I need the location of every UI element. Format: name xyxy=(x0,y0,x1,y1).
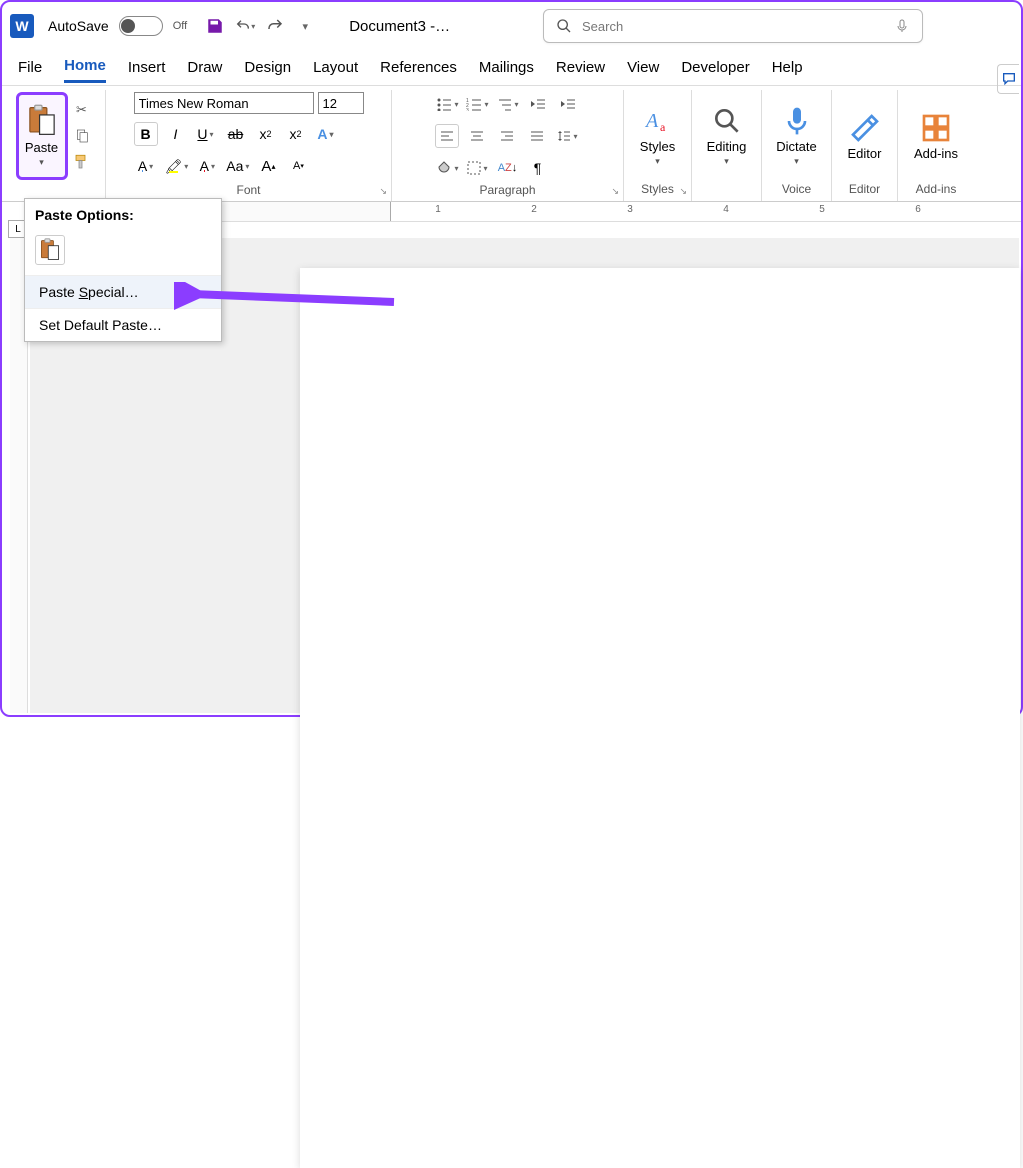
text-effects-button[interactable]: A xyxy=(314,122,338,146)
svg-text:a: a xyxy=(660,120,666,134)
subscript-button[interactable]: x2 xyxy=(254,122,278,146)
editor-button[interactable]: Editor xyxy=(837,92,893,180)
styles-dialog-launcher[interactable]: ↘ xyxy=(679,186,687,197)
undo-icon[interactable]: ▾ xyxy=(235,16,255,36)
paste-special-menu-item[interactable]: Paste Special… xyxy=(25,275,221,308)
shrink-font-button[interactable]: A▾ xyxy=(286,154,310,178)
group-editing: Editing ▾ xyxy=(692,90,762,201)
paste-button[interactable]: Paste ▾ xyxy=(16,92,68,180)
svg-text:A: A xyxy=(644,110,659,132)
tab-draw[interactable]: Draw xyxy=(187,55,222,80)
sort-button[interactable]: AZ↓ xyxy=(495,156,519,180)
search-icon xyxy=(556,18,572,34)
mic-icon[interactable] xyxy=(894,18,910,34)
group-voice: Dictate ▾ Voice xyxy=(762,90,832,201)
group-styles: Aa Styles ▾ Styles ↘ xyxy=(624,90,692,201)
autosave-toggle[interactable] xyxy=(119,16,163,36)
search-input[interactable]: Search xyxy=(543,9,923,43)
tab-insert[interactable]: Insert xyxy=(128,55,166,80)
bullets-button[interactable] xyxy=(435,92,459,116)
save-icon[interactable] xyxy=(205,16,225,36)
comments-button[interactable] xyxy=(997,64,1019,94)
justify-button[interactable] xyxy=(525,124,549,148)
tab-view[interactable]: View xyxy=(627,55,659,80)
group-font: B I U ab x2 x2 A A 🖍 A Aa A▴ A▾ Font ↘ xyxy=(106,90,392,201)
superscript-button[interactable]: x2 xyxy=(284,122,308,146)
paragraph-group-label: Paragraph xyxy=(479,181,535,199)
ribbon-tabs: File Home Insert Draw Design Layout Refe… xyxy=(2,50,1021,86)
borders-button[interactable] xyxy=(465,156,489,180)
paste-label: Paste xyxy=(25,140,58,155)
svg-text:3: 3 xyxy=(466,108,469,111)
tab-file[interactable]: File xyxy=(18,55,42,80)
title-bar: W AutoSave Off ▾ ▾ Document3 -… Search xyxy=(2,2,1021,50)
tab-help[interactable]: Help xyxy=(772,55,803,80)
font-color-button[interactable]: A xyxy=(195,154,219,178)
chevron-down-icon: ▾ xyxy=(39,157,44,168)
document-page[interactable] xyxy=(300,268,1020,1168)
paragraph-dialog-launcher[interactable]: ↘ xyxy=(611,186,619,197)
align-right-button[interactable] xyxy=(495,124,519,148)
strikethrough-button[interactable]: ab xyxy=(224,122,248,146)
numbering-button[interactable]: 123 xyxy=(465,92,489,116)
search-placeholder: Search xyxy=(582,19,623,34)
group-paragraph: 123 AZ↓ ¶ Paragraph ↘ xyxy=(392,90,624,201)
document-title: Document3 -… xyxy=(349,18,450,35)
font-size-input[interactable] xyxy=(318,92,364,114)
fill-color-button[interactable]: A xyxy=(134,154,158,178)
toggle-knob xyxy=(121,19,135,33)
increase-indent-button[interactable] xyxy=(556,92,580,116)
dictate-button[interactable]: Dictate ▾ xyxy=(769,92,825,180)
cut-icon[interactable]: ✂ xyxy=(72,100,92,120)
word-app-icon: W xyxy=(10,14,34,38)
tab-mailings[interactable]: Mailings xyxy=(479,55,534,80)
align-center-button[interactable] xyxy=(465,124,489,148)
change-case-button[interactable]: Aa xyxy=(225,154,250,178)
multilevel-list-button[interactable] xyxy=(496,92,520,116)
font-dialog-launcher[interactable]: ↘ xyxy=(379,186,387,197)
tab-review[interactable]: Review xyxy=(556,55,605,80)
tab-references[interactable]: References xyxy=(380,55,457,80)
clipboard-icon xyxy=(27,104,57,138)
set-default-paste-menu-item[interactable]: Set Default Paste… xyxy=(25,308,221,341)
redo-icon[interactable] xyxy=(265,16,285,36)
ribbon: Paste ▾ ✂ B I U xyxy=(2,86,1021,202)
group-editor: Editor Editor xyxy=(832,90,898,201)
tab-design[interactable]: Design xyxy=(244,55,291,80)
editing-button[interactable]: Editing ▾ xyxy=(699,92,755,180)
decrease-indent-button[interactable] xyxy=(526,92,550,116)
shading-button[interactable] xyxy=(435,156,459,180)
tab-developer[interactable]: Developer xyxy=(681,55,749,80)
highlight-button[interactable]: 🖍 xyxy=(164,154,190,178)
tab-layout[interactable]: Layout xyxy=(313,55,358,80)
group-addins: Add-ins Add-ins xyxy=(898,90,974,201)
align-left-button[interactable] xyxy=(435,124,459,148)
format-painter-icon[interactable] xyxy=(72,152,92,172)
group-clipboard: Paste ▾ ✂ xyxy=(2,90,106,201)
grow-font-button[interactable]: A▴ xyxy=(256,154,280,178)
tab-home[interactable]: Home xyxy=(64,53,106,83)
copy-icon[interactable] xyxy=(72,126,92,146)
font-name-input[interactable] xyxy=(134,92,314,114)
italic-button[interactable]: I xyxy=(164,122,188,146)
paste-dropdown-menu: Paste Options: Paste Special… Set Defaul… xyxy=(24,198,222,342)
addins-button[interactable]: Add-ins xyxy=(908,92,964,180)
bold-button[interactable]: B xyxy=(134,122,158,146)
paste-keep-source-icon[interactable] xyxy=(35,235,65,265)
font-group-label: Font xyxy=(236,181,260,199)
autosave-label: AutoSave xyxy=(48,18,109,34)
paste-options-title: Paste Options: xyxy=(25,199,221,231)
quick-access-toolbar: ▾ ▾ xyxy=(205,16,315,36)
autosave-state: Off xyxy=(173,20,187,32)
show-marks-button[interactable]: ¶ xyxy=(525,156,549,180)
underline-button[interactable]: U xyxy=(194,122,218,146)
qat-customize-icon[interactable]: ▾ xyxy=(295,16,315,36)
line-spacing-button[interactable] xyxy=(555,124,579,148)
styles-button[interactable]: Aa Styles ▾ xyxy=(630,92,686,180)
